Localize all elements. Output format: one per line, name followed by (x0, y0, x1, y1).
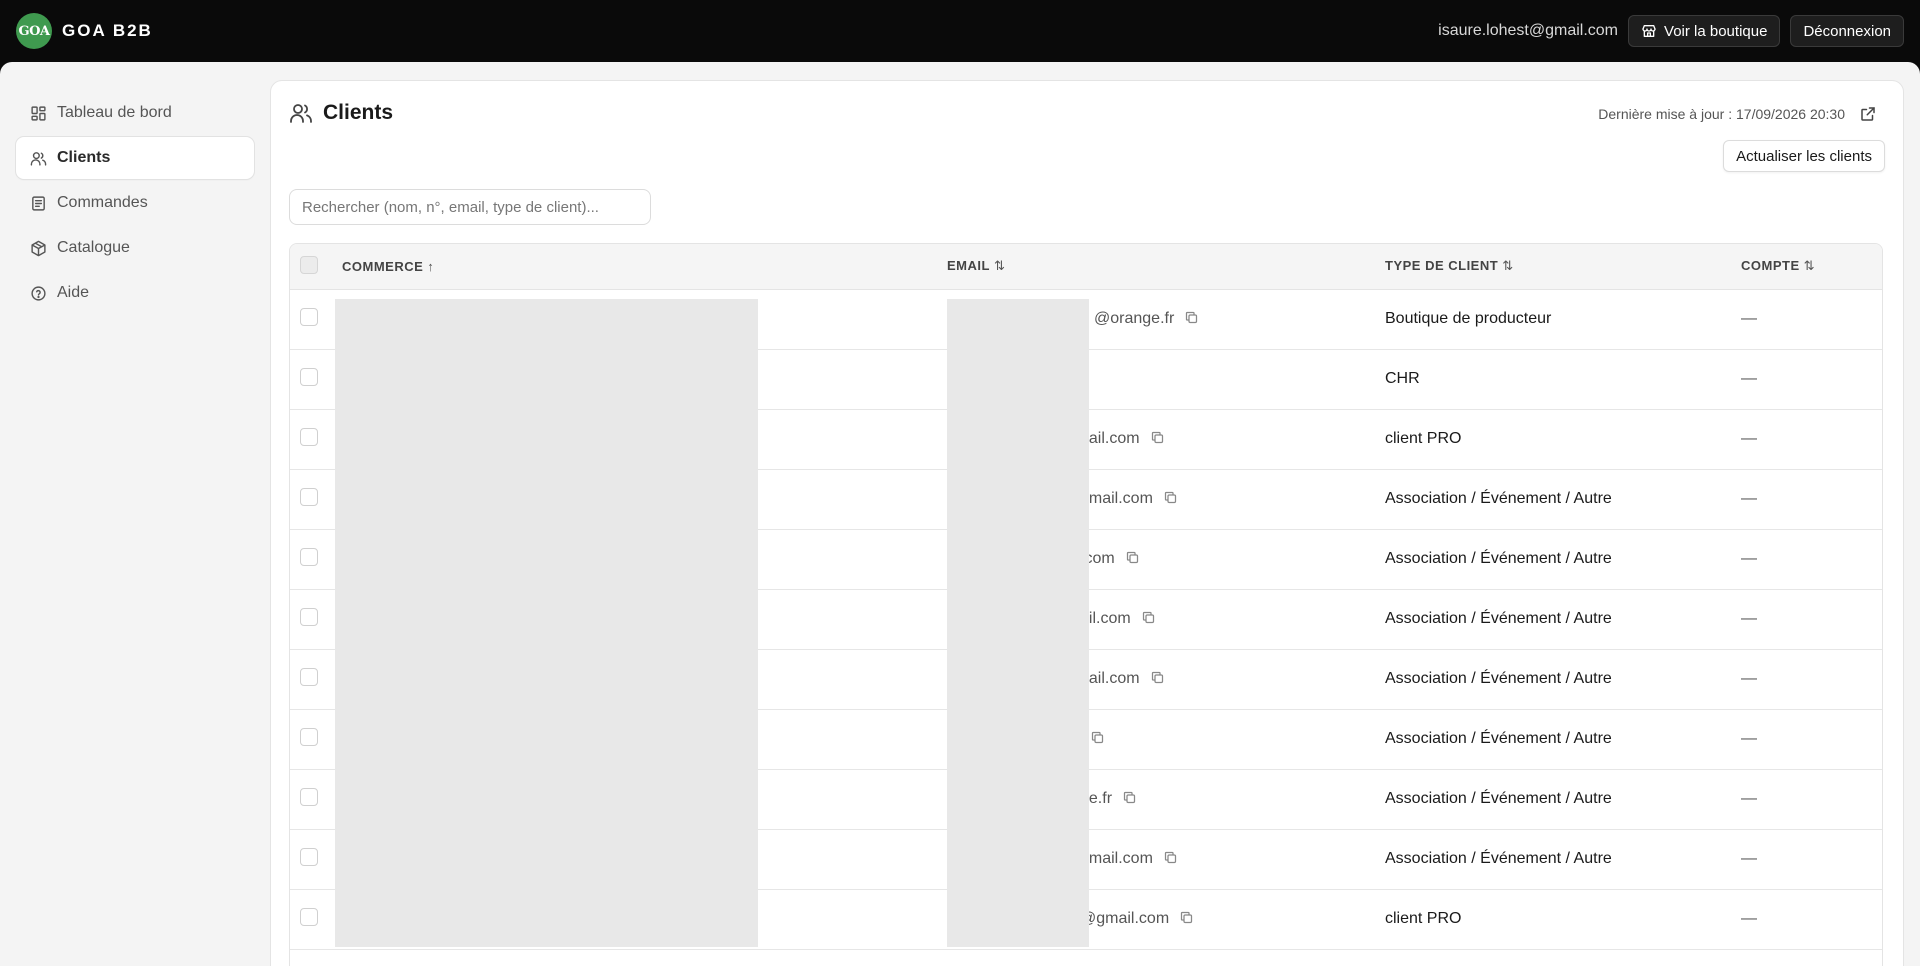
sidebar: Tableau de bord Clients Commandes Catalo… (16, 92, 254, 317)
refresh-clients-button[interactable]: Actualiser les clients (1723, 140, 1885, 172)
copy-icon[interactable] (1150, 670, 1165, 685)
view-shop-button[interactable]: Voir la boutique (1628, 15, 1781, 47)
cell-account: — (1741, 310, 1757, 327)
top-right-actions: isaure.lohest@gmail.com Voir la boutique… (1438, 15, 1904, 47)
row-checkbox[interactable] (300, 847, 318, 866)
sort-asc-icon: ↑ (427, 258, 435, 274)
copy-icon[interactable] (1122, 790, 1137, 805)
cell-type: Association / Événement / Autre (1385, 550, 1612, 567)
sidebar-item-label: Clients (57, 149, 111, 166)
cell-type: Association / Événement / Autre (1385, 610, 1612, 627)
cell-type: Association / Événement / Autre (1385, 850, 1612, 867)
cell-account: — (1741, 490, 1757, 507)
cell-account: — (1741, 430, 1757, 447)
cell-account: — (1741, 550, 1757, 567)
sort-icon: ⇅ (993, 258, 1006, 274)
cell-account: — (1741, 790, 1757, 807)
cell-account: — (1741, 670, 1757, 687)
last-update: Dernière mise à jour : 17/09/2026 20:30 (1598, 105, 1877, 123)
dashboard-icon (31, 105, 46, 121)
app-shell: Tableau de bord Clients Commandes Catalo… (0, 62, 1920, 966)
sidebar-item-help[interactable]: Aide (16, 272, 254, 314)
cell-account: — (1741, 370, 1757, 387)
users-icon (30, 151, 47, 166)
sidebar-item-label: Catalogue (57, 239, 130, 256)
cell-type: client PRO (1385, 430, 1462, 447)
sort-icon: ⇅ (1803, 258, 1816, 274)
column-header-commerce[interactable]: COMMERCE ↑ (342, 244, 947, 290)
table-header-row: COMMERCE ↑ EMAIL ⇅ TYPE DE CLIENT ⇅ COMPTE ⇅ (290, 244, 1882, 290)
page-title: Clients (323, 101, 394, 124)
cell-account: — (1741, 910, 1757, 927)
cell-type: Association / Événement / Autre (1385, 490, 1612, 507)
external-link-icon[interactable] (1859, 105, 1877, 123)
row-checkbox[interactable] (300, 367, 318, 386)
column-header-type[interactable]: TYPE DE CLIENT ⇅ (1385, 244, 1741, 290)
sidebar-item-label: Aide (57, 284, 90, 301)
cell-type: Association / Événement / Autre (1385, 730, 1612, 747)
redaction-block-commerce (335, 299, 758, 947)
help-circle-icon (31, 285, 46, 301)
sidebar-item-label: Commandes (57, 194, 148, 211)
copy-icon[interactable] (1179, 910, 1194, 925)
cell-type: CHR (1385, 370, 1420, 387)
sidebar-item-dashboard[interactable]: Tableau de bord (16, 92, 254, 134)
cell-type: Association / Événement / Autre (1385, 790, 1612, 807)
store-icon (1642, 25, 1656, 37)
cell-type: Association / Événement / Autre (1385, 670, 1612, 687)
logo-badge: GOA (16, 13, 52, 49)
redaction-block-email (947, 299, 1089, 947)
cell-type: Boutique de producteur (1385, 310, 1552, 327)
row-checkbox[interactable] (300, 787, 318, 806)
copy-icon[interactable] (1090, 730, 1105, 745)
column-header-email[interactable]: EMAIL ⇅ (947, 244, 1385, 290)
users-icon (290, 104, 312, 123)
sidebar-item-clients[interactable]: Clients (16, 137, 254, 179)
brand-logo[interactable]: GOA GOA B2B (16, 13, 153, 49)
clients-panel: Clients Dernière mise à jour : 17/09/202… (270, 80, 1904, 966)
brand-name: GOA B2B (62, 21, 153, 40)
copy-icon[interactable] (1163, 850, 1178, 865)
column-header-account[interactable]: COMPTE ⇅ (1741, 244, 1882, 290)
cell-type: client PRO (1385, 910, 1462, 927)
logout-label: Déconnexion (1803, 22, 1891, 40)
copy-icon[interactable] (1163, 490, 1178, 505)
copy-icon[interactable] (1150, 430, 1165, 445)
package-icon (31, 240, 46, 256)
row-checkbox[interactable] (300, 907, 318, 926)
logout-button[interactable]: Déconnexion (1790, 15, 1904, 47)
view-shop-label: Voir la boutique (1664, 22, 1768, 40)
cell-account: — (1741, 610, 1757, 627)
copy-icon[interactable] (1141, 610, 1156, 625)
copy-icon[interactable] (1184, 310, 1199, 325)
page-header: Clients (289, 101, 393, 125)
row-checkbox[interactable] (300, 547, 318, 566)
copy-icon[interactable] (1125, 550, 1140, 565)
user-email: isaure.lohest@gmail.com (1438, 22, 1619, 39)
top-bar: GOA GOA B2B isaure.lohest@gmail.com Voir… (0, 0, 1920, 62)
row-checkbox[interactable] (300, 667, 318, 686)
sidebar-item-label: Tableau de bord (57, 104, 172, 121)
sidebar-item-catalog[interactable]: Catalogue (16, 227, 254, 269)
sidebar-item-orders[interactable]: Commandes (16, 182, 254, 224)
row-checkbox[interactable] (300, 427, 318, 446)
row-checkbox[interactable] (300, 487, 318, 506)
select-all-checkbox[interactable] (300, 255, 318, 274)
cell-account: — (1741, 730, 1757, 747)
row-checkbox[interactable] (300, 607, 318, 626)
cell-account: — (1741, 850, 1757, 867)
search-input[interactable] (289, 189, 651, 225)
row-checkbox[interactable] (300, 307, 318, 326)
last-update-text: Dernière mise à jour : 17/09/2026 20:30 (1598, 106, 1845, 122)
clients-table: COMMERCE ↑ EMAIL ⇅ TYPE DE CLIENT ⇅ COMPTE ⇅… (289, 243, 1883, 966)
row-checkbox[interactable] (300, 727, 318, 746)
sort-icon: ⇅ (1502, 258, 1514, 274)
document-icon (32, 195, 45, 211)
